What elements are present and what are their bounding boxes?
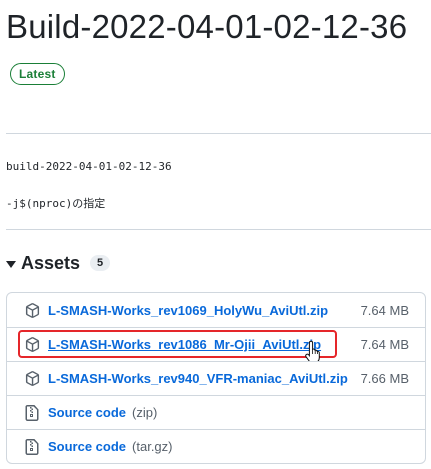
asset-list: L-SMASH-Works_rev1069_HolyWu_AviUtl.zip … xyxy=(6,292,426,464)
divider xyxy=(6,133,431,134)
source-code-label: Source code xyxy=(48,405,127,420)
package-icon xyxy=(24,337,40,353)
file-zip-icon xyxy=(24,438,40,455)
divider xyxy=(6,229,431,230)
source-code-ext: (zip) xyxy=(132,405,158,420)
release-notes-text: -j$(nproc)の指定 xyxy=(6,197,106,210)
asset-row: L-SMASH-Works_rev940_VFR-maniac_AviUtl.z… xyxy=(7,361,425,395)
asset-link[interactable]: L-SMASH-Works_rev940_VFR-maniac_AviUtl.z… xyxy=(48,371,348,386)
source-code-label: Source code xyxy=(48,439,127,454)
file-zip-icon xyxy=(24,404,40,421)
assets-title: Assets xyxy=(21,252,81,273)
asset-row: L-SMASH-Works_rev1069_HolyWu_AviUtl.zip … xyxy=(7,293,425,327)
source-code-zip-link[interactable]: Source code (zip) xyxy=(48,405,157,420)
release-title: Build-2022-04-01-02-12-36 Latest xyxy=(6,4,426,96)
source-code-ext: (tar.gz) xyxy=(132,439,173,454)
release-tag-text: build-2022-04-01-02-12-36 xyxy=(6,160,172,173)
release-header: Build-2022-04-01-02-12-36 Latest xyxy=(6,4,426,96)
caret-down-icon xyxy=(6,260,16,268)
package-icon xyxy=(24,371,40,387)
asset-row: Source code (zip) xyxy=(7,395,425,429)
source-code-targz-link[interactable]: Source code (tar.gz) xyxy=(48,439,173,454)
asset-row: L-SMASH-Works_rev1086_Mr-Ojii_AviUtl.zip… xyxy=(7,327,425,362)
asset-size: 7.64 MB xyxy=(360,337,409,352)
release-title-text: Build-2022-04-01-02-12-36 xyxy=(6,8,408,45)
assets-count-badge: 5 xyxy=(90,255,111,271)
asset-size: 7.64 MB xyxy=(360,302,409,318)
asset-size: 7.66 MB xyxy=(360,371,409,386)
latest-badge: Latest xyxy=(10,63,65,85)
asset-link[interactable]: L-SMASH-Works_rev1086_Mr-Ojii_AviUtl.zip xyxy=(48,337,321,352)
asset-row: Source code (tar.gz) xyxy=(7,429,425,463)
package-icon xyxy=(24,302,40,318)
assets-toggle[interactable]: Assets 5 xyxy=(6,250,111,276)
asset-link[interactable]: L-SMASH-Works_rev1069_HolyWu_AviUtl.zip xyxy=(48,303,328,318)
